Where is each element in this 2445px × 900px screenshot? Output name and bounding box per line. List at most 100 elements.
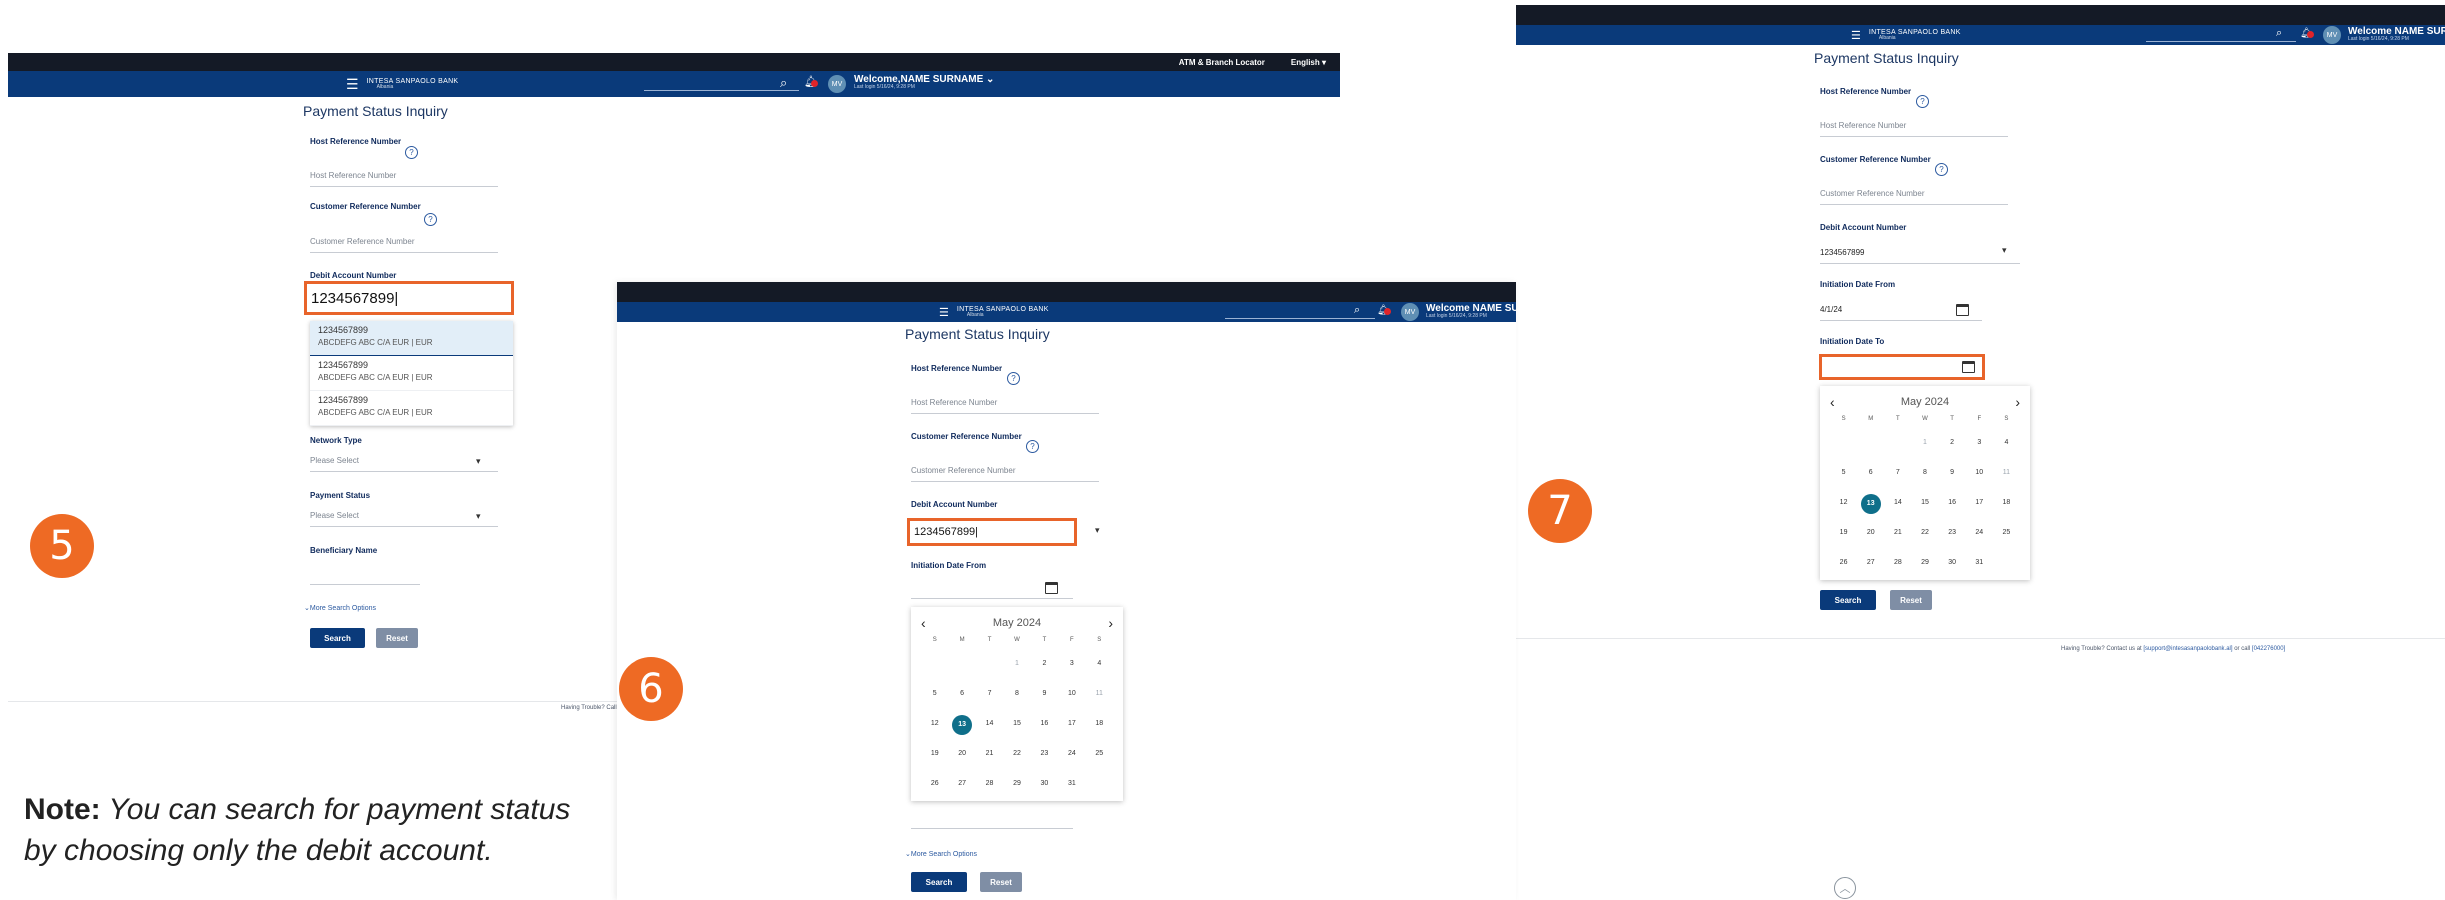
calendar-day[interactable]: 18 (1086, 715, 1113, 733)
calendar-day[interactable]: 23 (1939, 524, 1966, 542)
search-button[interactable]: Search (911, 872, 967, 892)
calendar-day[interactable]: 2 (1939, 434, 1966, 452)
next-month-icon[interactable]: › (1108, 615, 1113, 631)
calendar-day[interactable]: 16 (1939, 494, 1966, 512)
calendar-day[interactable]: 20 (1857, 524, 1884, 542)
calendar-day[interactable]: 7 (976, 685, 1003, 703)
account-option[interactable]: 1234567899 ABCDEFG ABC C/A EUR | EUR (310, 391, 513, 426)
global-search-input[interactable] (644, 77, 799, 91)
debit-account-input[interactable]: 1234567899| (304, 281, 514, 315)
calendar-day[interactable]: 6 (948, 685, 975, 703)
calendar-day[interactable]: 12 (1830, 494, 1857, 512)
help-icon[interactable]: ? (405, 146, 418, 159)
calendar-day[interactable]: 18 (1993, 494, 2020, 512)
host-ref-input[interactable]: Host Reference Number (310, 171, 498, 187)
calendar-day[interactable]: 22 (1003, 745, 1030, 763)
search-button[interactable]: Search (1820, 590, 1876, 610)
calendar-icon[interactable] (1045, 582, 1058, 594)
calendar-day[interactable]: 15 (1003, 715, 1030, 733)
calendar-day[interactable]: 9 (1031, 685, 1058, 703)
help-icon[interactable]: ? (1935, 163, 1948, 176)
atm-branch-locator-link[interactable]: ATM & Branch Locator (1179, 58, 1265, 67)
calendar-day[interactable]: 24 (1966, 524, 1993, 542)
search-icon[interactable]: ⌕ (1354, 304, 1360, 317)
support-email-link[interactable]: [support@intesasanpaolobank.al] (2143, 646, 2232, 652)
welcome-block[interactable]: Welcome NAME SURNAME Last login 5/16/24,… (1426, 303, 1516, 320)
calendar-day[interactable]: 29 (1003, 775, 1030, 793)
search-icon[interactable]: ⌕ (780, 75, 787, 91)
calendar-day[interactable]: 14 (976, 715, 1003, 733)
calendar-day[interactable]: 1 (1911, 434, 1938, 452)
prev-month-icon[interactable]: ‹ (1830, 394, 1835, 410)
reset-button[interactable]: Reset (1890, 590, 1932, 610)
calendar-day[interactable]: 19 (921, 745, 948, 763)
calendar-day[interactable]: 22 (1911, 524, 1938, 542)
cust-ref-input[interactable]: Customer Reference Number (911, 466, 1099, 482)
global-search-input[interactable] (1225, 305, 1375, 319)
calendar-day[interactable]: 10 (1966, 464, 1993, 482)
network-type-select[interactable]: Please Select (310, 456, 498, 472)
calendar-day[interactable]: 21 (976, 745, 1003, 763)
calendar-day-today[interactable]: 13 (948, 715, 975, 735)
calendar-day[interactable]: 20 (948, 745, 975, 763)
welcome-block[interactable]: Welcome,NAME SURNAME ⌄ Last login 5/16/2… (854, 74, 994, 91)
calendar-day[interactable]: 19 (1830, 524, 1857, 542)
date-to-input[interactable] (1819, 354, 1985, 380)
avatar[interactable]: MV (2323, 26, 2341, 44)
bank-logo[interactable]: INTESA SANPAOLO BANK Albania (957, 306, 1049, 318)
reset-button[interactable]: Reset (376, 628, 418, 648)
calendar-day[interactable]: 4 (1086, 655, 1113, 673)
account-option[interactable]: 1234567899 ABCDEFG ABC C/A EUR | EUR (310, 356, 513, 391)
reset-button[interactable]: Reset (980, 872, 1022, 892)
calendar-day[interactable]: 12 (921, 715, 948, 733)
help-icon[interactable]: ? (1916, 95, 1929, 108)
host-ref-input[interactable]: Host Reference Number (1820, 121, 2008, 137)
beneficiary-name-input[interactable] (310, 569, 420, 585)
calendar-day[interactable]: 7 (1884, 464, 1911, 482)
calendar-day[interactable]: 5 (921, 685, 948, 703)
calendar-day[interactable]: 29 (1911, 554, 1938, 572)
scroll-to-top-icon[interactable]: ︿ (1834, 877, 1856, 899)
calendar-day[interactable]: 11 (1086, 685, 1113, 703)
avatar[interactable]: MV (828, 75, 846, 93)
calendar-day[interactable]: 27 (1857, 554, 1884, 572)
calendar-day[interactable]: 10 (1058, 685, 1085, 703)
search-icon[interactable]: ⌕ (2276, 27, 2282, 40)
hamburger-menu-icon[interactable]: ☰ (346, 76, 359, 93)
bank-logo[interactable]: INTESA SANPAOLO BANK Albania (1869, 29, 1961, 41)
more-search-options-link[interactable]: ⌄More Search Options (905, 850, 977, 858)
welcome-block[interactable]: Welcome NAME SUR Last login 5/16/24, 9:2… (2348, 26, 2445, 43)
payment-status-select[interactable]: Please Select (310, 511, 498, 527)
prev-month-icon[interactable]: ‹ (921, 615, 926, 631)
calendar-day[interactable]: 30 (1031, 775, 1058, 793)
cust-ref-input[interactable]: Customer Reference Number (1820, 189, 2008, 205)
hamburger-menu-icon[interactable]: ☰ (1851, 29, 1861, 42)
calendar-day[interactable]: 17 (1966, 494, 1993, 512)
date-to-input[interactable] (911, 813, 1073, 829)
calendar-day[interactable]: 16 (1031, 715, 1058, 733)
hamburger-menu-icon[interactable]: ☰ (939, 306, 949, 319)
global-search-input[interactable] (2146, 28, 2296, 42)
calendar-day[interactable]: 3 (1966, 434, 1993, 452)
calendar-day[interactable]: 5 (1830, 464, 1857, 482)
calendar-day[interactable]: 21 (1884, 524, 1911, 542)
host-ref-input[interactable]: Host Reference Number (911, 398, 1099, 414)
help-icon[interactable]: ? (424, 213, 437, 226)
calendar-day[interactable]: 26 (921, 775, 948, 793)
calendar-day[interactable]: 27 (948, 775, 975, 793)
support-phone-link[interactable]: [042276000] (2252, 646, 2285, 652)
calendar-day[interactable]: 15 (1911, 494, 1938, 512)
calendar-day[interactable]: 14 (1884, 494, 1911, 512)
calendar-day[interactable]: 24 (1058, 745, 1085, 763)
calendar-day[interactable]: 31 (1058, 775, 1085, 793)
help-icon[interactable]: ? (1007, 372, 1020, 385)
calendar-day[interactable]: 6 (1857, 464, 1884, 482)
calendar-icon[interactable] (1956, 304, 1969, 316)
calendar-day[interactable]: 8 (1911, 464, 1938, 482)
calendar-day[interactable]: 1 (1003, 655, 1030, 673)
calendar-day[interactable]: 8 (1003, 685, 1030, 703)
calendar-day[interactable]: 4 (1993, 434, 2020, 452)
language-selector[interactable]: English ▾ (1291, 58, 1326, 67)
calendar-day[interactable]: 3 (1058, 655, 1085, 673)
calendar-day[interactable]: 28 (976, 775, 1003, 793)
